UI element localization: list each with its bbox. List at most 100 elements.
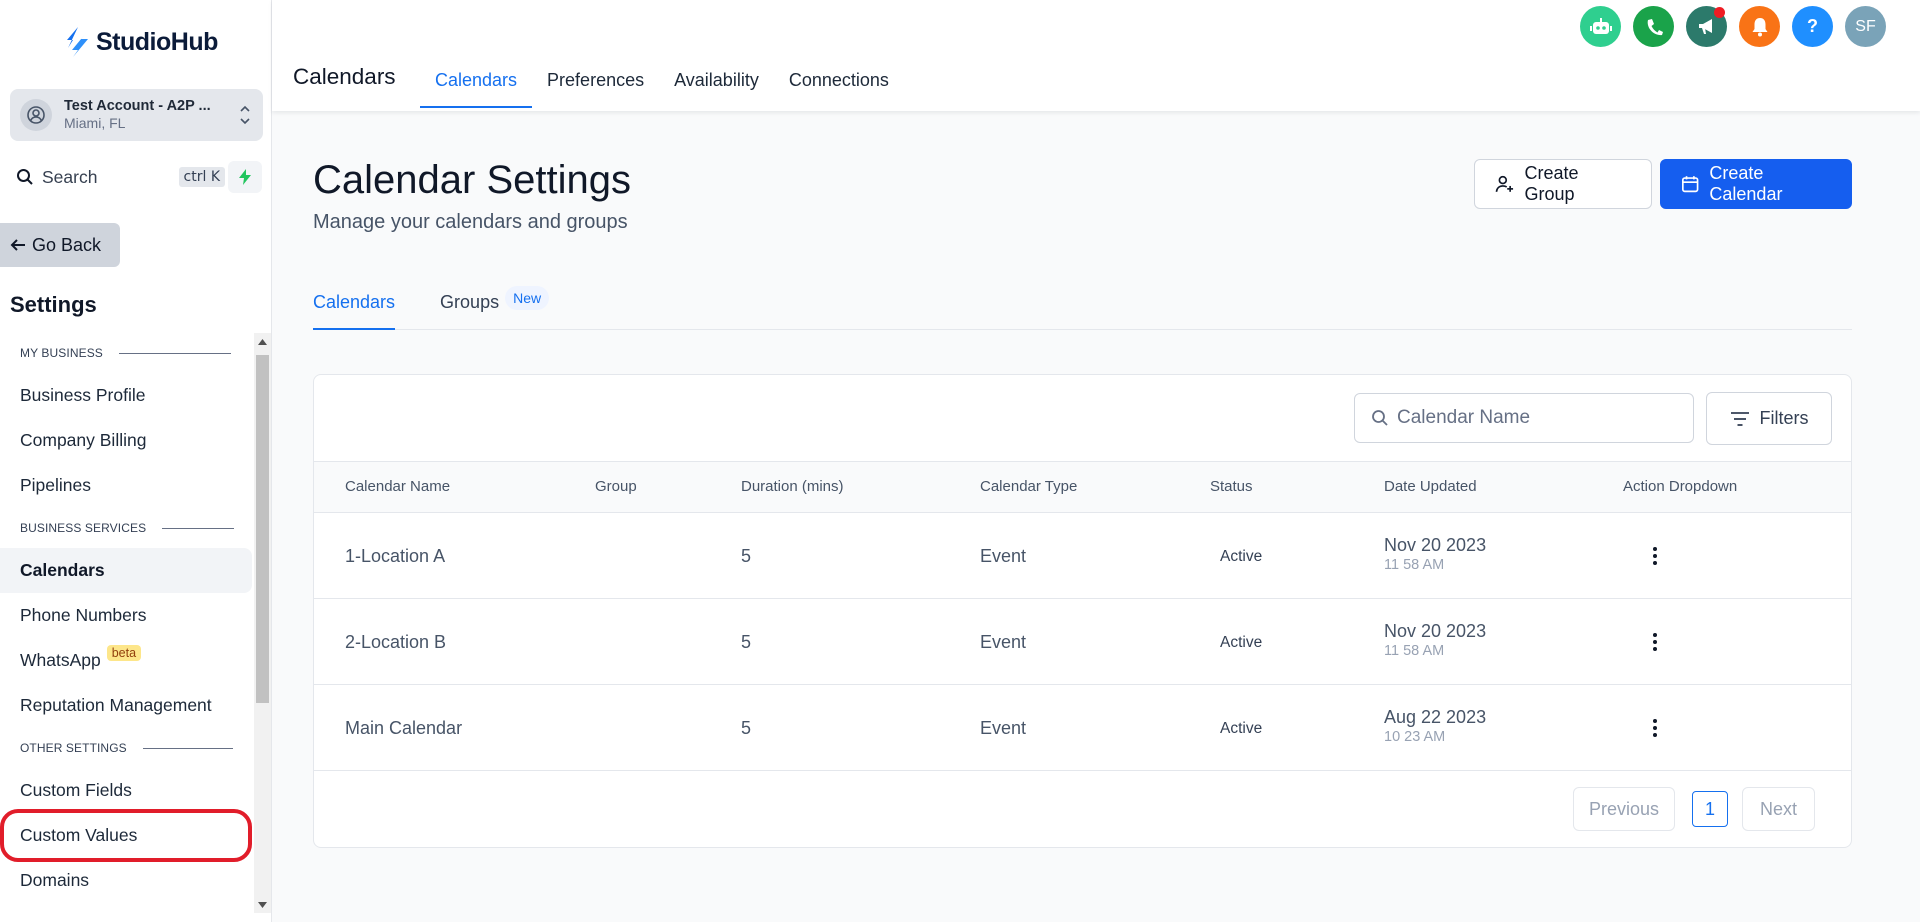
more-vertical-icon[interactable] <box>1643 544 1667 568</box>
cell-date-updated: Nov 20 2023 11 58 AM <box>1384 621 1487 659</box>
nav-item-custom-values[interactable]: Custom Values <box>0 809 252 862</box>
phone-icon[interactable] <box>1633 6 1674 47</box>
cell-calendar-name[interactable]: Main Calendar <box>345 718 462 739</box>
cell-date-updated: Nov 20 2023 11 58 AM <box>1384 535 1487 573</box>
nav-section-business-services: BUSINESS SERVICES <box>0 508 254 548</box>
tab-availability[interactable]: Availability <box>659 60 774 108</box>
top-header: Calendars Calendars Preferences Availabi… <box>272 0 1920 111</box>
col-group[interactable]: Group <box>595 478 637 495</box>
calendar-search-input[interactable] <box>1397 407 1677 429</box>
user-icon <box>20 99 52 131</box>
calendar-icon <box>1682 176 1699 193</box>
quick-actions-button[interactable] <box>228 161 262 193</box>
sidebar: StudioHub Test Account - A2P ... Miami, … <box>0 0 272 922</box>
logo-icon <box>67 27 88 57</box>
cell-calendar-name[interactable]: 1-Location A <box>345 546 445 567</box>
sidebar-search[interactable]: Search ctrl K <box>10 161 225 193</box>
tab-calendars[interactable]: Calendars <box>420 60 533 108</box>
search-shortcut: ctrl K <box>178 167 225 187</box>
filter-icon <box>1730 411 1749 426</box>
col-action-dropdown: Action Dropdown <box>1623 478 1738 495</box>
calendars-table-card: Filters Calendar Name Group Duration (mi… <box>313 374 1852 848</box>
previous-page-button[interactable]: Previous <box>1573 787 1675 831</box>
beta-badge: beta <box>106 644 142 661</box>
page-number-button[interactable]: 1 <box>1692 791 1728 827</box>
account-switcher[interactable]: Test Account - A2P ... Miami, FL <box>10 89 263 141</box>
subtab-groups[interactable]: Groups New <box>440 280 550 330</box>
settings-title: Settings <box>10 292 97 317</box>
scroll-thumb[interactable] <box>256 355 269 703</box>
cell-duration: 5 <box>741 718 752 738</box>
nav-item-pipelines[interactable]: Pipelines <box>0 463 254 508</box>
create-group-button[interactable]: Create Group <box>1474 159 1652 209</box>
account-location: Miami, FL <box>64 115 126 132</box>
table-row[interactable]: Main Calendar 5 Event Active Aug 22 2023… <box>314 685 1851 771</box>
user-avatar[interactable]: SF <box>1845 6 1886 47</box>
nav-item-whatsapp[interactable]: WhatsApp beta <box>0 638 254 683</box>
table-header: Calendar Name Group Duration (mins) Cale… <box>314 461 1851 513</box>
cell-status: Active <box>1220 720 1263 737</box>
notification-dot <box>1714 7 1725 18</box>
cell-status: Active <box>1220 548 1263 565</box>
page-title: Calendar Settings <box>313 158 631 202</box>
lightning-icon <box>239 169 251 185</box>
help-icon[interactable]: ? <box>1792 6 1833 47</box>
scroll-down-arrow-icon[interactable] <box>254 896 271 913</box>
col-status[interactable]: Status <box>1210 478 1253 495</box>
more-vertical-icon[interactable] <box>1643 716 1667 740</box>
nav-item-business-profile[interactable]: Business Profile <box>0 373 254 418</box>
col-duration[interactable]: Duration (mins) <box>741 478 844 495</box>
chevron-updown-icon <box>240 105 250 125</box>
table-row[interactable]: 2-Location B 5 Event Active Nov 20 2023 … <box>314 599 1851 685</box>
nav-item-company-billing[interactable]: Company Billing <box>0 418 254 463</box>
arrow-left-icon <box>10 239 25 251</box>
nav-item-phone-numbers[interactable]: Phone Numbers <box>0 593 254 638</box>
filters-button[interactable]: Filters <box>1706 392 1832 445</box>
header-actions: ? SF <box>1580 6 1886 47</box>
search-icon <box>17 169 33 185</box>
search-icon <box>1372 410 1388 426</box>
tab-connections[interactable]: Connections <box>774 60 904 108</box>
cell-calendar-type: Event <box>980 546 1027 566</box>
next-page-button[interactable]: Next <box>1742 787 1815 831</box>
brand-name: StudioHub <box>96 27 218 56</box>
header-tabs: Calendars Preferences Availability Conne… <box>420 60 904 108</box>
ai-bot-icon[interactable] <box>1580 6 1621 47</box>
cell-calendar-name[interactable]: 2-Location B <box>345 632 446 653</box>
megaphone-icon[interactable] <box>1686 6 1727 47</box>
tab-preferences[interactable]: Preferences <box>532 60 659 108</box>
brand-logo[interactable]: StudioHub <box>64 26 218 58</box>
cell-duration: 5 <box>741 632 752 652</box>
go-back-label: Go Back <box>32 234 102 255</box>
scroll-up-arrow-icon[interactable] <box>254 333 271 350</box>
sidebar-scrollbar[interactable] <box>254 333 271 913</box>
search-label: Search <box>42 166 98 187</box>
nav-item-calendars[interactable]: Calendars <box>0 548 252 593</box>
page-subtitle: Manage your calendars and groups <box>313 211 628 233</box>
cell-date-updated: Aug 22 2023 10 23 AM <box>1384 707 1487 745</box>
new-badge: New <box>505 286 550 310</box>
nav-item-domains[interactable]: Domains <box>0 858 254 903</box>
create-calendar-button[interactable]: Create Calendar <box>1660 159 1852 209</box>
calendar-search[interactable] <box>1354 393 1694 443</box>
bell-icon[interactable] <box>1739 6 1780 47</box>
header-title: Calendars <box>293 64 396 89</box>
col-date-updated[interactable]: Date Updated <box>1384 478 1477 495</box>
cell-calendar-type: Event <box>980 718 1027 738</box>
account-name: Test Account - A2P ... <box>64 97 211 114</box>
cell-calendar-type: Event <box>980 632 1027 652</box>
col-calendar-type[interactable]: Calendar Type <box>980 478 1077 495</box>
nav-item-custom-fields[interactable]: Custom Fields <box>0 768 254 813</box>
add-user-icon <box>1495 175 1514 192</box>
nav-section-other-settings: OTHER SETTINGS <box>0 728 254 768</box>
content-tabs: Calendars Groups New <box>313 280 1852 330</box>
nav-item-reputation-management[interactable]: Reputation Management <box>0 683 254 728</box>
more-vertical-icon[interactable] <box>1643 630 1667 654</box>
col-calendar-name[interactable]: Calendar Name <box>345 478 450 495</box>
nav-section-my-business: MY BUSINESS <box>0 333 254 373</box>
go-back-button[interactable]: Go Back <box>0 223 120 267</box>
cell-duration: 5 <box>741 546 752 566</box>
subtab-calendars[interactable]: Calendars <box>313 280 396 330</box>
cell-status: Active <box>1220 634 1263 651</box>
table-row[interactable]: 1-Location A 5 Event Active Nov 20 2023 … <box>314 513 1851 599</box>
